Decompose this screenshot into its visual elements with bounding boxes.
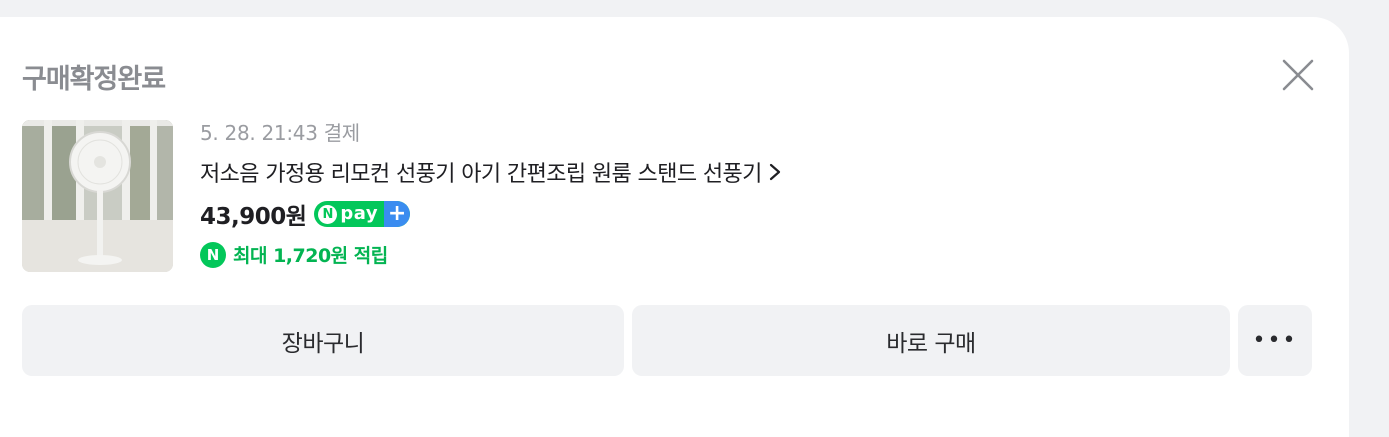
- npay-text: pay: [340, 203, 379, 224]
- npay-n-mark: N: [318, 204, 338, 224]
- product-name: 저소음 가정용 리모컨 선풍기 아기 간편조립 원룸 스탠드 선풍기: [200, 162, 762, 187]
- add-to-cart-button[interactable]: 장바구니: [22, 305, 624, 376]
- close-button[interactable]: [1280, 57, 1316, 93]
- more-options-button[interactable]: •••: [1238, 305, 1312, 376]
- product-price: 43,900원: [200, 204, 307, 230]
- naver-point-icon: N: [200, 241, 226, 268]
- order-card: 구매확정완료 5. 28. 21:43 결제 저소음 가정용 리모컨 선풍기 아…: [0, 17, 1349, 437]
- price-row: 43,900원 N pay +: [200, 197, 411, 231]
- payment-datetime: 5. 28. 21:43 결제: [200, 121, 360, 145]
- chevron-right-icon: [769, 163, 780, 181]
- order-status-title: 구매확정완료: [22, 64, 166, 95]
- product-thumbnail[interactable]: [22, 120, 173, 272]
- product-name-link[interactable]: 저소음 가정용 리모컨 선풍기 아기 간편조립 원룸 스탠드 선풍기: [200, 156, 782, 188]
- npay-plus-mark: +: [384, 201, 411, 227]
- reward-text: 최대 1,720원 적립: [233, 245, 388, 267]
- more-icon: •••: [1252, 328, 1298, 353]
- npay-plus-icon: N pay +: [314, 201, 411, 227]
- reward-row: N 최대 1,720원 적립: [200, 241, 388, 268]
- close-icon: [1282, 59, 1314, 91]
- fan-product-image: [22, 120, 173, 272]
- buy-now-button[interactable]: 바로 구매: [632, 305, 1230, 376]
